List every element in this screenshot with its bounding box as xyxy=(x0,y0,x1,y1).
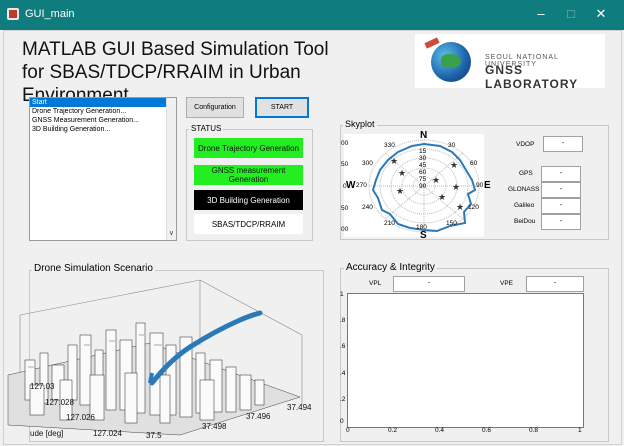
skyplot-el-90: 90 xyxy=(419,183,427,190)
longitude-tick: 127.026 xyxy=(66,413,95,422)
matlab-app-icon xyxy=(7,8,19,20)
drone-trajectory-start xyxy=(148,372,154,384)
list-item-3d-building[interactable]: 3D Building Generation... xyxy=(30,125,176,134)
skyplot-el-60: 60 xyxy=(419,169,427,176)
vpe-value: - xyxy=(526,276,584,292)
glonass-label: GLONASS xyxy=(508,186,540,193)
beidou-label: BeiDou xyxy=(514,218,536,225)
status-panel-title: STATUS xyxy=(189,124,224,133)
latitude-tick: 37.5 xyxy=(146,431,162,440)
skyplot-az-180: 180 xyxy=(416,224,427,231)
skyplot-az-270: 270 xyxy=(356,182,367,189)
satellite-marker: ★ xyxy=(432,175,440,185)
longitude-tick: 127.03 xyxy=(30,382,55,391)
skyplot-az-300: 300 xyxy=(362,160,373,167)
menu-listbox[interactable]: Start Drone Trajectory Generation... GNS… xyxy=(29,97,177,241)
vpe-label: VPE xyxy=(500,280,514,287)
configuration-button[interactable]: Configuration xyxy=(186,97,244,118)
beidou-value: - xyxy=(541,214,581,230)
scenario-axis-label: ude [deg] xyxy=(30,429,64,438)
x-tick: 0.6 xyxy=(482,427,492,434)
skyplot-az-210: 210 xyxy=(384,220,395,227)
vpl-label: VPL xyxy=(369,280,382,287)
skyplot-el-15: 15 xyxy=(419,148,427,155)
glonass-value: - xyxy=(541,182,581,198)
y-tick: 1 xyxy=(340,291,344,298)
listbox-scrollbar[interactable] xyxy=(166,98,176,240)
satellite-marker: ★ xyxy=(450,160,458,170)
minimize-button[interactable]: – xyxy=(533,6,549,21)
y-tick: .8 xyxy=(340,317,346,324)
accuracy-panel-title: Accuracy & Integrity xyxy=(344,262,437,273)
galileo-label: Galileo xyxy=(514,202,535,209)
start-button[interactable]: START xyxy=(255,97,309,118)
window-title: GUI_main xyxy=(25,8,75,20)
skyplot-el-45: 45 xyxy=(419,162,427,169)
window-titlebar: GUI_main – □ ✕ xyxy=(0,0,624,30)
skyplot-left-tick: 50 xyxy=(341,205,349,212)
skyplot-el-30: 30 xyxy=(419,155,427,162)
globe-land-shape xyxy=(441,54,461,68)
skyplot-east-label: E xyxy=(484,180,491,191)
list-item-start[interactable]: Start xyxy=(30,98,176,107)
x-tick: 0.4 xyxy=(435,427,445,434)
status-gnss-measurement: GNSS measurement Generation xyxy=(194,165,303,185)
latitude-tick: 37.494 xyxy=(287,403,312,412)
skyplot-az-120: 120 xyxy=(468,204,479,211)
skyplot-left-tick: 0 xyxy=(343,183,347,190)
gps-value: - xyxy=(541,166,581,182)
x-tick: 0.8 xyxy=(529,427,539,434)
status-drone-trajectory: Drone Trajectory Generation xyxy=(194,138,303,158)
skyplot-west-label: W xyxy=(346,180,356,191)
gnss-lab-logo: SEOUL NATIONAL UNIVERSITY GNSS LABORATOR… xyxy=(415,34,605,91)
page-title-line1: MATLAB GUI Based Simulation Tool xyxy=(22,39,329,60)
satellite-marker: ★ xyxy=(390,156,398,166)
gps-label: GPS xyxy=(519,170,533,177)
y-tick: .6 xyxy=(340,343,346,350)
vpl-value: - xyxy=(393,276,465,292)
skyplot-left-tick: 00 xyxy=(341,140,349,147)
list-item-drone-trajectory[interactable]: Drone Trajectory Generation... xyxy=(30,107,176,116)
chevron-down-icon[interactable]: ∨ xyxy=(169,229,174,237)
skyplot-az-240: 240 xyxy=(362,204,373,211)
y-tick: 0 xyxy=(340,418,344,425)
satellite-marker: ★ xyxy=(438,192,446,202)
skyplot-az-330: 330 xyxy=(384,142,395,149)
vdop-label: VDOP xyxy=(516,141,535,148)
satellite-marker: ★ xyxy=(456,202,464,212)
skyplot-az-90: 90 xyxy=(476,182,484,189)
maximize-button[interactable]: □ xyxy=(563,6,579,21)
logo-lab-text: GNSS LABORATORY xyxy=(485,63,579,91)
status-3d-building: 3D Building Generation xyxy=(194,190,303,210)
latitude-tick: 37.496 xyxy=(246,412,271,421)
latitude-tick: 37.498 xyxy=(202,422,227,431)
vdop-value: - xyxy=(543,136,583,152)
skyplot-left-tick: 50 xyxy=(341,161,349,168)
skyplot-panel-title: Skyplot xyxy=(343,119,377,129)
skyplot-az-30: 30 xyxy=(448,142,456,149)
galileo-value: - xyxy=(541,198,581,214)
y-tick: .2 xyxy=(340,396,346,403)
skyplot-az-150: 150 xyxy=(446,220,457,227)
satellite-marker: ★ xyxy=(396,186,404,196)
y-tick: .4 xyxy=(340,370,346,377)
list-item-gnss-measurement[interactable]: GNSS Measurement Generation... xyxy=(30,116,176,125)
scenario-3d-plot xyxy=(7,279,303,436)
satellite-marker: ★ xyxy=(398,168,406,178)
scenario-panel-title: Drone Simulation Scenario xyxy=(32,263,155,274)
skyplot-left-tick: 00 xyxy=(341,226,349,233)
status-sbas-tdcp-rraim: SBAS/TDCP/RRAIM xyxy=(194,214,303,234)
x-tick: 1 xyxy=(578,427,582,434)
longitude-tick: 127.024 xyxy=(93,429,122,438)
skyplot-south-label: S xyxy=(420,230,427,241)
skyplot-az-60: 60 xyxy=(470,160,478,167)
longitude-tick: 127.028 xyxy=(45,398,74,407)
x-tick: 0 xyxy=(346,427,350,434)
accuracy-plot-area xyxy=(347,293,584,428)
skyplot-el-75: 75 xyxy=(419,176,427,183)
x-tick: 0.2 xyxy=(388,427,398,434)
satellite-marker: ★ xyxy=(452,182,460,192)
close-button[interactable]: ✕ xyxy=(593,6,609,22)
skyplot-north-label: N xyxy=(420,130,428,141)
